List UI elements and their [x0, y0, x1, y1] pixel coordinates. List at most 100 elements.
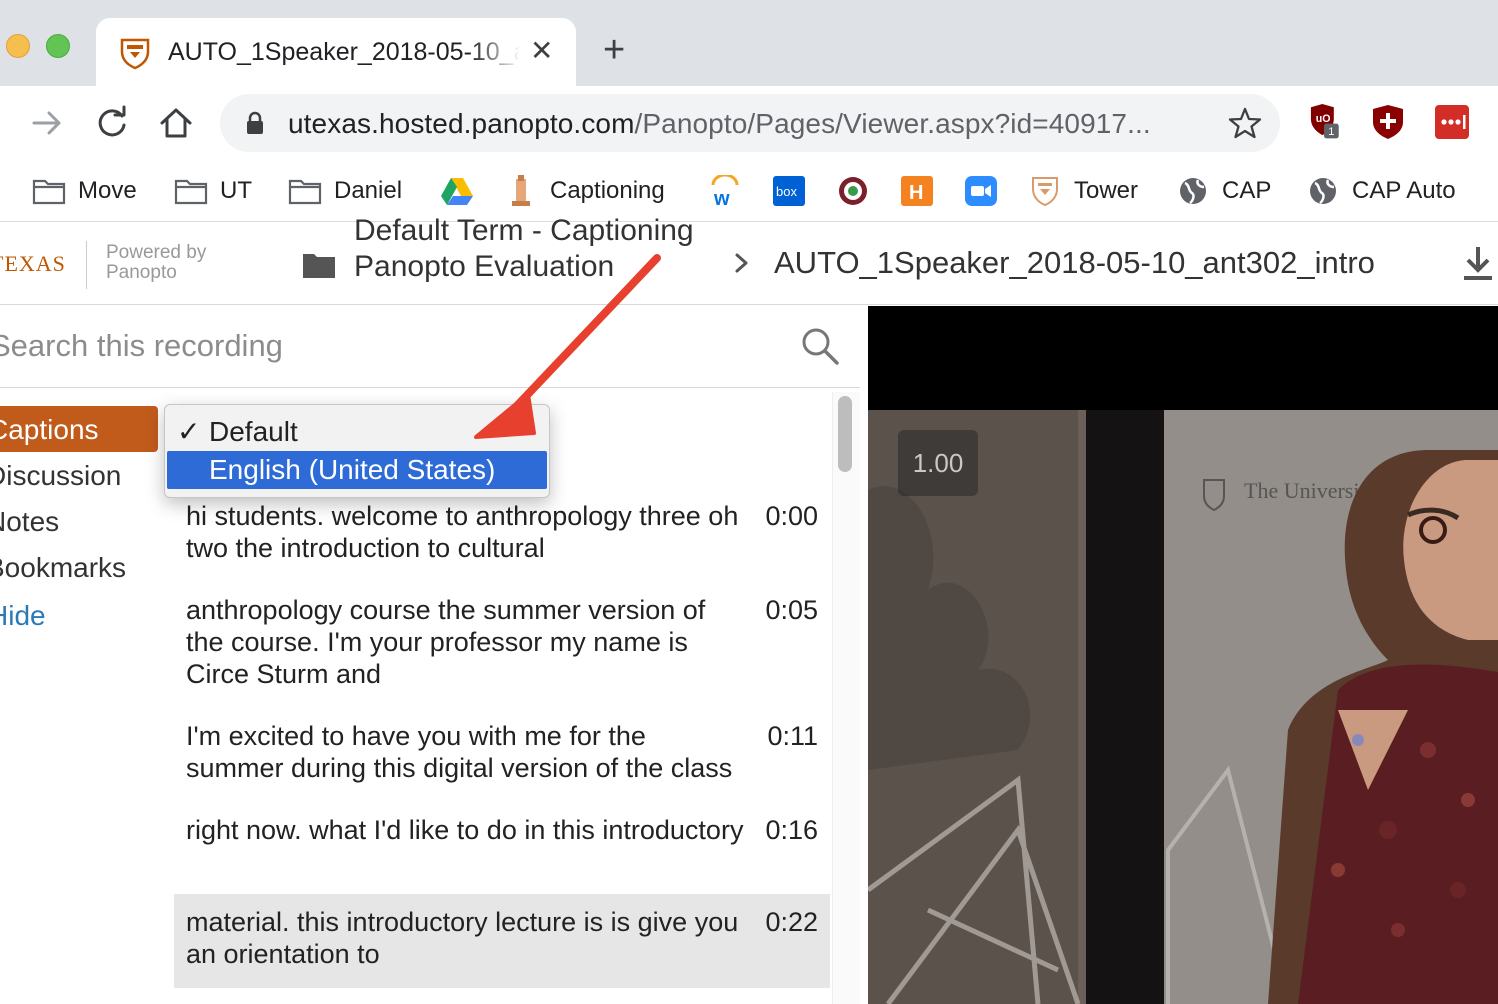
bookmark-ut[interactable]: UT: [174, 172, 252, 210]
caption-row[interactable]: anthropology course the summer version o…: [174, 582, 830, 692]
url-host: utexas.hosted.panopto.com: [288, 108, 635, 139]
url-text[interactable]: utexas.hosted.panopto.com/Panopto/Pages/…: [288, 108, 1151, 140]
folder-icon: [303, 254, 335, 278]
box-icon: box: [773, 176, 805, 206]
video-player[interactable]: The University of 1.00: [868, 306, 1498, 1004]
bookmark-label: Move: [78, 177, 137, 204]
url-path: /Panopto/Pages/Viewer.aspx?id=40917...: [634, 108, 1151, 139]
window-minimize-button[interactable]: [6, 34, 30, 58]
powered-by-panopto[interactable]: Powered by Panopto: [106, 243, 206, 283]
header-divider: [86, 241, 87, 289]
tab-notes[interactable]: Notes: [0, 506, 59, 538]
zoom-icon: [965, 176, 997, 206]
lastpass-extension-icon[interactable]: [1434, 104, 1470, 140]
seal-icon: [839, 177, 867, 205]
bookmark-h[interactable]: H: [900, 172, 934, 210]
caption-language-menu[interactable]: ✓ Default English (United States): [164, 404, 550, 498]
checkmark-icon: ✓: [177, 416, 201, 447]
caption-time: 0:05: [765, 595, 818, 625]
session-title: AUTO_1Speaker_2018-05-10_ant302_intro: [774, 245, 1375, 280]
bookmark-daniel[interactable]: Daniel: [288, 172, 402, 210]
search-input[interactable]: [0, 326, 770, 366]
bookmark-cap-auto[interactable]: CAP Auto: [1306, 172, 1456, 210]
hide-sidebar-link[interactable]: Hide: [0, 600, 46, 632]
scrollbar-thumb[interactable]: [838, 396, 852, 472]
caption-time: 0:16: [765, 815, 818, 845]
bookmark-cap[interactable]: CAP: [1176, 172, 1271, 210]
caption-text: material. this introductory lecture is i…: [186, 907, 739, 969]
ut-shield-icon: [120, 38, 150, 70]
svg-text:w: w: [713, 188, 730, 207]
ublock-extension-icon[interactable]: uO 1: [1306, 104, 1342, 140]
language-option-english-us[interactable]: English (United States): [167, 451, 547, 489]
bookmark-google-drive[interactable]: [440, 172, 474, 210]
playback-speed-indicator[interactable]: 1.00: [898, 430, 978, 496]
bookmark-tower[interactable]: Tower: [1028, 172, 1138, 210]
bookmark-workday[interactable]: w: [708, 172, 742, 210]
captions-scrollbar[interactable]: [832, 392, 860, 1004]
panopto-text: Panopto: [106, 262, 177, 283]
svg-text:uO: uO: [1316, 113, 1331, 125]
bookmark-star-icon[interactable]: [1228, 106, 1262, 140]
bookmark-label: CAP: [1222, 177, 1272, 204]
workday-icon: w: [711, 175, 739, 207]
h-icon: H: [901, 176, 933, 206]
bookmark-label: Tower: [1074, 177, 1139, 204]
folder-icon: [288, 179, 322, 205]
caption-row[interactable]: I'm excited to have you with me for the …: [174, 708, 830, 788]
ut-shield-icon: [1032, 177, 1058, 207]
bookmark-label: UT: [220, 177, 252, 204]
caption-row[interactable]: hi students. welcome to anthropology thr…: [174, 488, 830, 568]
language-option-default[interactable]: ✓ Default: [167, 413, 547, 451]
bookmarks-bar: Move UT Daniel Captioning w box H Tower …: [0, 160, 1498, 222]
caption-time: 0:22: [765, 907, 818, 937]
new-tab-button[interactable]: +: [603, 30, 625, 70]
video-frame: The University of: [868, 410, 1498, 1004]
chevron-right-icon: [735, 253, 748, 273]
google-drive-icon: [441, 178, 473, 205]
caption-text: anthropology course the summer version o…: [186, 595, 706, 689]
bookmark-seal[interactable]: [836, 172, 870, 210]
address-bar[interactable]: utexas.hosted.panopto.com/Panopto/Pages/…: [220, 94, 1280, 152]
caption-row[interactable]: right now. what I'd like to do in this i…: [174, 802, 830, 882]
home-icon[interactable]: [157, 104, 195, 142]
download-icon[interactable]: [1460, 245, 1496, 283]
bookmark-box[interactable]: box: [772, 172, 806, 210]
tab-discussion[interactable]: Discussion: [0, 460, 121, 492]
browser-toolbar: utexas.hosted.panopto.com/Panopto/Pages/…: [0, 86, 1498, 160]
ut-tower-icon: [512, 175, 530, 206]
lock-icon[interactable]: [244, 111, 266, 135]
bookmark-label: Captioning: [550, 177, 665, 204]
tab-captions[interactable]: Captions: [0, 406, 158, 452]
forward-icon[interactable]: [28, 104, 66, 142]
caption-text: I'm excited to have you with me for the …: [186, 721, 733, 783]
caption-row-current[interactable]: material. this introductory lecture is i…: [174, 894, 830, 988]
bookmark-label: Daniel: [334, 177, 403, 204]
folder-icon: [174, 179, 208, 205]
close-tab-icon[interactable]: ✕: [530, 36, 553, 66]
caption-text: hi students. welcome to anthropology thr…: [186, 501, 739, 563]
browser-tab[interactable]: AUTO_1Speaker_2018-05-10_ant302_intro ✕: [96, 18, 576, 86]
reload-icon[interactable]: [93, 104, 131, 142]
caption-time: 0:00: [765, 501, 818, 531]
texas-logo[interactable]: TEXAS: [0, 251, 66, 277]
powered-by-text: Powered by: [106, 242, 207, 263]
bookmark-move[interactable]: Move: [32, 172, 137, 210]
folder-icon: [32, 179, 66, 205]
window-maximize-button[interactable]: [46, 34, 70, 58]
bookmark-label: CAP Auto: [1352, 177, 1456, 204]
bookmark-captioning[interactable]: Captioning: [504, 172, 665, 210]
search-icon[interactable]: [800, 326, 840, 366]
box-label: box: [776, 184, 797, 199]
tab-title: AUTO_1Speaker_2018-05-10_ant302_intro: [168, 38, 520, 66]
search-bar: [0, 306, 860, 388]
option-label: Default: [209, 416, 298, 447]
caption-time[interactable]: 0:11: [767, 720, 818, 752]
caption-text: right now. what I'd like to do in this i…: [186, 815, 744, 845]
extension-badge: 1: [1328, 126, 1334, 138]
tab-bookmarks[interactable]: Bookmarks: [0, 552, 126, 584]
folder-breadcrumb[interactable]: Default Term - Captioning Panopto Evalua…: [354, 213, 694, 285]
browser-tab-strip: AUTO_1Speaker_2018-05-10_ant302_intro ✕ …: [0, 0, 1498, 86]
red-shield-extension-icon[interactable]: [1370, 104, 1406, 140]
bookmark-zoom[interactable]: [964, 172, 998, 210]
